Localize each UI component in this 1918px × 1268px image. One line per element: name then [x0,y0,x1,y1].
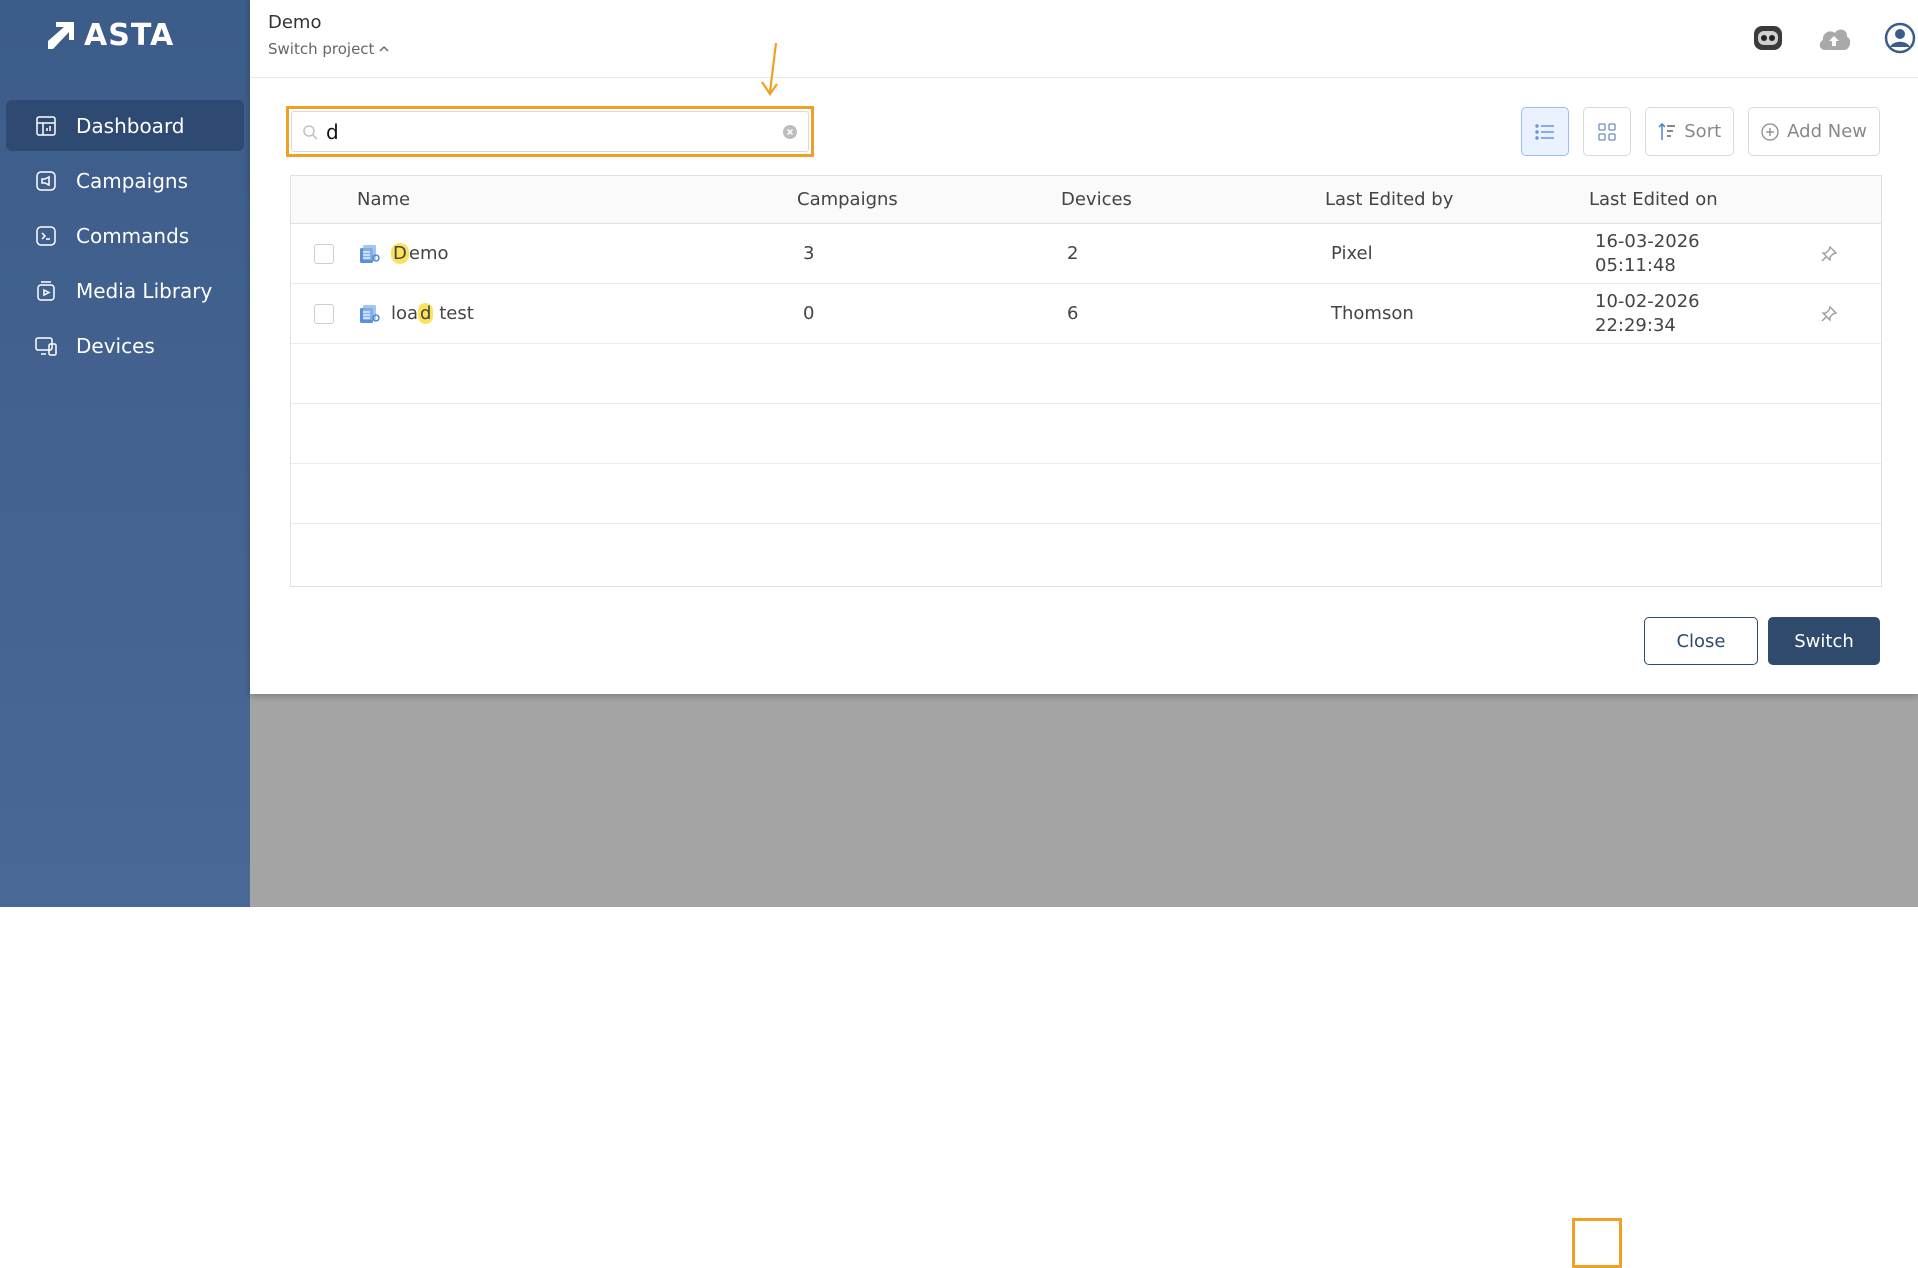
brand-name: ASTA [84,18,175,53]
sidebar-item-label: Commands [76,223,190,248]
sidebar-item-label: Devices [76,333,155,358]
empty-row [291,464,1881,524]
add-new-button[interactable]: Add New [1748,107,1880,156]
campaigns-count: 3 [803,243,815,264]
sidebar-item-campaigns[interactable]: Campaigns [6,155,244,206]
column-header-last-edited-by: Last Edited by [1325,189,1454,210]
table-header: Name Campaigns Devices Last Edited by La… [291,176,1881,224]
switch-project-panel: Demo Switch project d Sort Add New Name … [250,0,1918,694]
sidebar-item-label: Dashboard [76,113,185,138]
row-checkbox[interactable] [314,243,334,264]
row-checkbox[interactable] [314,303,334,324]
empty-row [291,344,1881,404]
devices-count: 6 [1067,303,1079,324]
megaphone-icon [34,169,58,193]
project-name: loa d test [391,303,474,324]
annotation-box [1572,1218,1622,1268]
column-header-devices: Devices [1061,189,1132,210]
column-header-name: Name [357,189,411,210]
sidebar-item-dashboard[interactable]: Dashboard [6,100,244,151]
empty-row [291,404,1881,464]
dialog-footer: Close Switch [1644,617,1880,665]
clear-search-icon[interactable] [782,124,798,140]
project-icon [360,244,380,263]
add-new-label: Add New [1787,121,1867,142]
project-name-cell: loa d test [357,302,797,326]
logo[interactable]: ASTA [44,18,174,53]
project-name-cell: Demo [357,242,797,266]
header-actions [1750,20,1918,56]
search-match-highlight: D [391,243,409,264]
grid-view-button[interactable] [1583,107,1632,156]
current-project-name: Demo [268,12,322,33]
annotation-arrow-icon [761,42,778,96]
project-name: Demo [391,243,449,264]
sidebar-item-label: Media Library [76,278,213,303]
top-bar: Demo Switch project [250,0,1918,78]
search-input[interactable] [326,119,782,144]
logo-icon [48,21,74,49]
terminal-icon [34,224,58,248]
sidebar-item-media-library[interactable]: Media Library [6,265,244,316]
plus-circle-icon [1761,122,1779,141]
empty-row [291,524,1881,584]
search-box [291,111,809,152]
last-edited-by: Pixel [1331,243,1373,264]
search-match-highlight: d [418,303,434,324]
list-icon [1535,123,1555,140]
cloud-upload-icon[interactable] [1816,20,1852,56]
grid-icon [1598,122,1616,141]
chevron-up-icon [379,45,389,52]
sidebar-item-commands[interactable]: Commands [6,210,244,261]
switch-project-toggle[interactable]: Switch project [268,40,390,58]
devices-count: 2 [1067,243,1079,264]
projects-table: Name Campaigns Devices Last Edited by La… [290,175,1882,587]
sidebar-nav: Dashboard Campaigns Commands Media Libra… [6,100,244,375]
last-edited-by: Thomson [1331,303,1414,324]
column-header-last-edited-on: Last Edited on [1589,188,1718,210]
search-icon [303,124,318,140]
pin-icon[interactable] [1820,305,1838,323]
sort-button[interactable]: Sort [1645,107,1735,156]
user-avatar-icon[interactable] [1882,20,1918,56]
campaigns-count: 0 [803,303,815,324]
devices-icon [34,334,58,358]
sort-icon [1658,122,1676,140]
project-icon [360,304,380,323]
close-button[interactable]: Close [1644,617,1758,665]
last-edited-on: 16-03-2026 05:11:48 [1595,230,1700,276]
last-edited-on: 10-02-2026 22:29:34 [1595,290,1700,336]
media-icon [34,279,58,303]
sidebar-item-label: Campaigns [76,168,189,193]
view-toolbar: Sort Add New [1521,107,1880,156]
sidebar: ASTA Dashboard Campaigns Commands Media … [0,0,250,907]
switch-project-label: Switch project [268,40,375,58]
app-window: ASTA Dashboard Campaigns Commands Media … [0,0,1918,907]
dashboard-icon [34,114,58,138]
table-row[interactable]: Demo 3 2 Pixel 16-03-2026 05:11:48 [291,224,1881,284]
switch-button[interactable]: Switch [1768,617,1880,665]
sidebar-item-devices[interactable]: Devices [6,320,244,371]
robot-assistant-icon[interactable] [1750,20,1786,56]
list-view-button[interactable] [1521,107,1570,156]
column-header-campaigns: Campaigns [797,189,898,210]
search-highlight-frame [286,106,814,157]
sort-label: Sort [1684,121,1722,142]
pin-icon[interactable] [1820,245,1838,263]
table-row[interactable]: loa d test 0 6 Thomson 10-02-2026 22:29:34 [291,284,1881,344]
